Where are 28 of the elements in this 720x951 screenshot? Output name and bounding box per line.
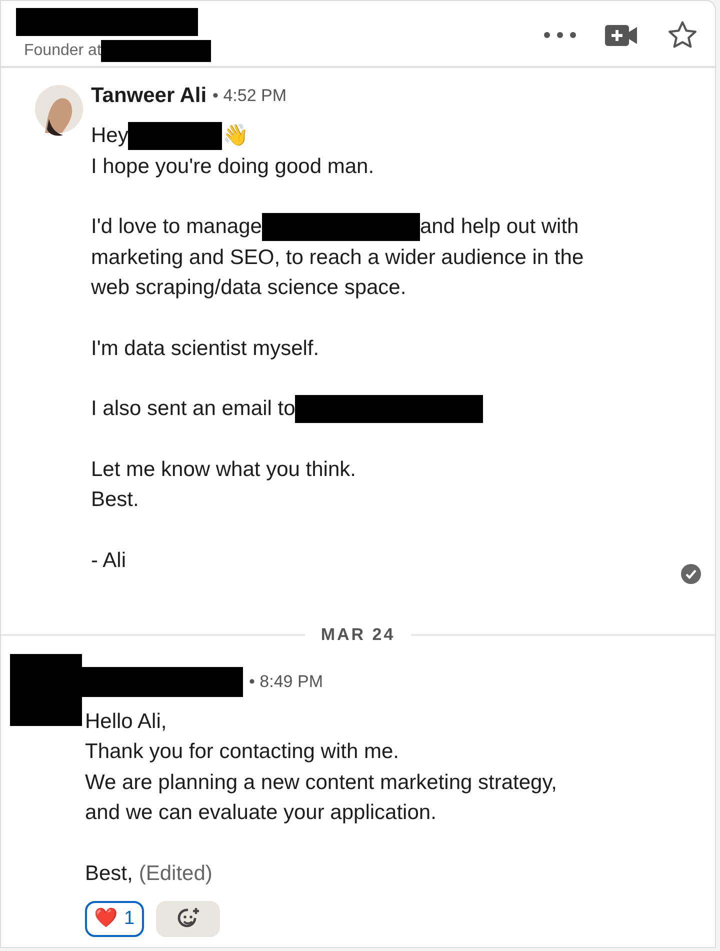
message-text: Let me know what you think. [91,456,356,482]
star-icon[interactable] [666,19,699,51]
message-text: web scraping/data science space. [91,275,406,301]
timestamp: • 4:52 PM [212,85,287,108]
reaction-button[interactable]: ❤ 1 [85,901,144,937]
message-text: I'm data scientist myself. [91,336,320,362]
edited-label: (Edited) [138,860,212,886]
add-reaction-button[interactable] [156,901,220,937]
message-text: Best, [85,860,133,886]
message-text: I'd love to manage [91,214,262,240]
message-text: Thank you for contacting with me. [85,739,399,765]
message-text: Hello Ali, [85,708,167,734]
timestamp: • 8:49 PM [249,670,323,693]
message-text: We are planning a new content marketing strategy, [85,770,557,796]
message-text: Best. [91,487,139,513]
message-text: and we can evaluate your application. [85,800,436,826]
message-text: - Ali [91,548,126,574]
message-text: I also sent an email to [91,396,296,422]
message-text: marketing and SEO, to reach a wider audience in the [91,244,584,270]
video-call-icon[interactable] [605,24,638,46]
message-text: and help out with [420,214,579,240]
sender-name[interactable]: Tanweer Ali [91,80,207,112]
message-text: I hope you're doing good man. [91,154,374,180]
message-text: 👋 [222,123,248,149]
date-divider-label: MAR 24 [320,624,396,646]
subtitle: Founder at [24,41,102,61]
message-text: Hey [91,123,128,149]
more-icon[interactable] [543,31,577,39]
